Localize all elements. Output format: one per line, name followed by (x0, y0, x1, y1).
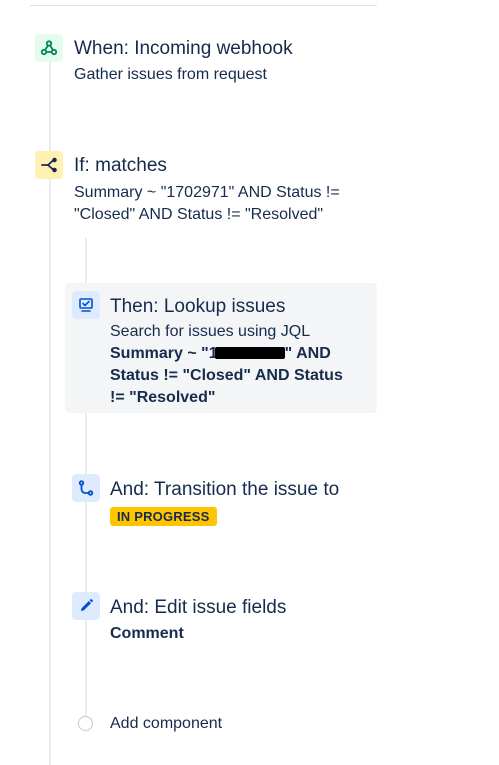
branch-icon (35, 151, 63, 179)
jql-query-line-1: Summary ~ "1 " AND (110, 343, 331, 365)
webhook-icon (35, 34, 63, 62)
trigger-title: When: Incoming webhook (74, 38, 293, 59)
trigger-step[interactable]: When: Incoming webhook Gather issues fro… (0, 0, 380, 100)
lookup-issues-subtitle: Search for issues using JQL (110, 323, 311, 340)
trigger-subtitle: Gather issues from request (74, 66, 267, 83)
edit-issue-fields-title: And: Edit issue fields (110, 597, 287, 618)
add-component-node[interactable] (78, 716, 93, 731)
jql-query-line-3: != "Resolved" (110, 389, 216, 406)
condition-line-2: "Closed" AND Status != "Resolved" (74, 206, 324, 223)
status-lozenge: IN PROGRESS (110, 507, 217, 526)
condition-title: If: matches (74, 155, 167, 176)
pencil-icon (72, 592, 100, 620)
lookup-issues-title: Then: Lookup issues (110, 296, 286, 317)
add-component-link[interactable]: Add component (110, 713, 222, 735)
condition-step[interactable]: If: matches Summary ~ "1702971" AND Stat… (0, 140, 380, 235)
jql-query-line-2: Status != "Closed" AND Status (110, 367, 343, 384)
edited-field-name: Comment (110, 625, 184, 642)
jql-query-line-1-end: " AND (284, 345, 331, 362)
condition-line-1: Summary ~ "1702971" AND Status != (74, 184, 340, 201)
edit-issue-fields-step[interactable]: And: Edit issue fields Comment (65, 588, 377, 653)
transition-icon (72, 474, 100, 502)
redacted-text (214, 347, 285, 359)
jql-query-line-1-start: Summary ~ "1 (110, 345, 218, 362)
lookup-issues-icon (72, 291, 100, 319)
transition-title: And: Transition the issue to (110, 479, 340, 500)
